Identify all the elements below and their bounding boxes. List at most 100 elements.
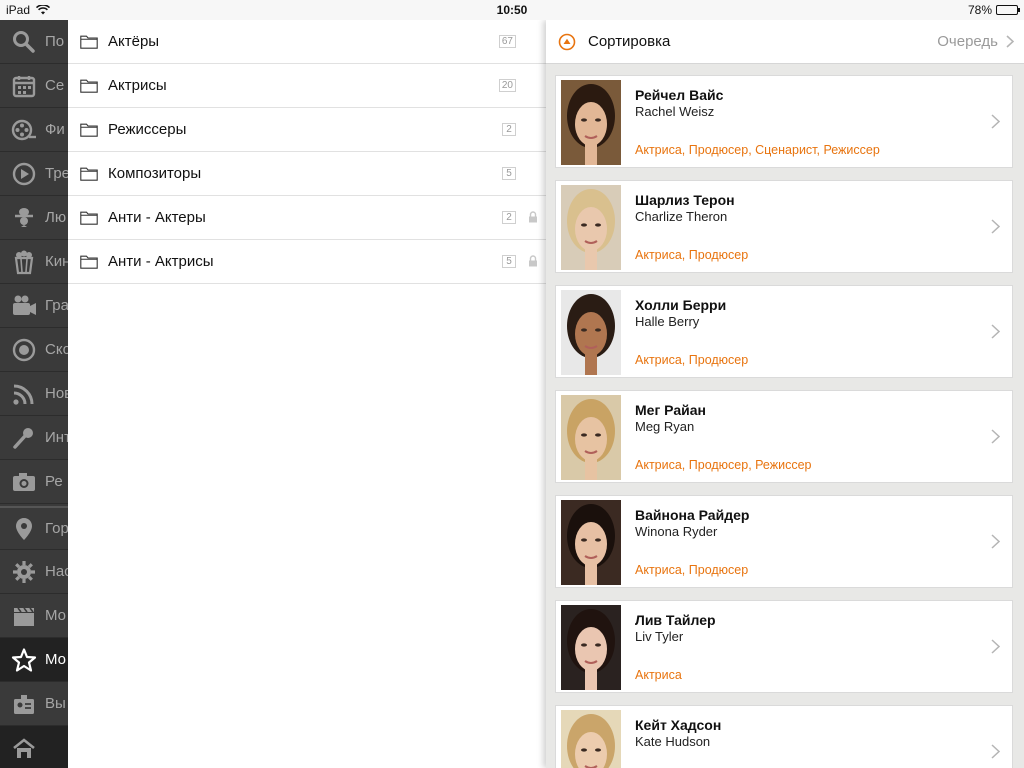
category-count: 2 (502, 211, 516, 224)
sidebar-item-clapperboard[interactable]: Мо (0, 594, 68, 638)
category-count: 5 (502, 255, 516, 268)
lock-icon (529, 211, 537, 223)
person-roles: Актриса, Продюсер, Режиссер (635, 458, 812, 472)
person-photo (561, 395, 621, 480)
clapperboard-icon (11, 603, 37, 629)
person-card[interactable]: Холли Берри Halle Berry Актриса, Продюсер (555, 285, 1013, 378)
category-count: 5 (502, 167, 516, 180)
person-roles: Актриса, Продюсер (635, 563, 749, 577)
sidebar-item-popcorn[interactable]: Кин (0, 240, 68, 284)
chevron-right-icon (991, 639, 1000, 654)
category-row[interactable]: Композиторы 5 (68, 152, 546, 196)
battery-percent: 78% (967, 3, 992, 17)
category-count: 20 (498, 79, 516, 92)
popcorn-icon (11, 249, 37, 275)
sort-order-selector[interactable]: Очередь (937, 33, 1014, 50)
sidebar-item-star[interactable]: Мо (0, 638, 68, 682)
person-name: Шарлиз Терон (635, 192, 735, 208)
category-count: 2 (502, 123, 516, 136)
category-count: 67 (498, 35, 516, 48)
sidebar-item-home[interactable] (0, 726, 68, 768)
category-label: Режиссеры (108, 121, 187, 138)
category-row[interactable]: Режиссеры 2 (68, 108, 546, 152)
category-row[interactable]: Актрисы 20 (68, 64, 546, 108)
person-card[interactable]: Лив Тайлер Liv Tyler Актриса (555, 600, 1013, 693)
person-card[interactable]: Рейчел Вайс Rachel Weisz Актриса, Продюсер… (555, 75, 1013, 168)
sidebar-item-label: Нас (45, 563, 68, 580)
person-roles: Актриса (635, 668, 682, 682)
person-card[interactable]: Вайнона Райдер Winona Ryder Актриса, Продю… (555, 495, 1013, 588)
sidebar-item-label: Ско (45, 341, 68, 358)
search-icon (11, 29, 37, 55)
chevron-right-icon (1006, 35, 1014, 48)
sidebar-item-label: Фи (45, 121, 65, 138)
sort-arrow-icon[interactable] (558, 33, 576, 51)
chevron-right-icon (991, 219, 1000, 234)
category-row[interactable]: Анти - Актеры 2 (68, 196, 546, 240)
disc-icon (11, 337, 37, 363)
sidebar-item-film-reel[interactable]: Фи (0, 108, 68, 152)
sidebar-item-label: Ре (45, 473, 63, 490)
person-photo (561, 605, 621, 690)
category-label: Анти - Актеры (108, 209, 206, 226)
sidebar-item-location-pin[interactable]: Гор (0, 506, 68, 550)
person-name: Рейчел Вайс (635, 87, 724, 103)
sidebar-item-badge[interactable]: Вы (0, 682, 68, 726)
clock: 10:50 (496, 3, 528, 17)
sidebar-item-label: Инт (45, 429, 68, 446)
category-label: Актрисы (108, 77, 167, 94)
sort-bar[interactable]: Сортировка Очередь (546, 20, 1024, 64)
sidebar-item-label: Гор (45, 520, 68, 537)
person-card[interactable]: Кейт Хадсон Kate Hudson (555, 705, 1013, 768)
person-photo (561, 290, 621, 375)
person-photo (561, 80, 621, 165)
chevron-right-icon (991, 744, 1000, 759)
category-label: Анти - Актрисы (108, 253, 214, 270)
person-card[interactable]: Мег Райан Meg Ryan Актриса, Продюсер, Режи… (555, 390, 1013, 483)
person-roles: Актриса, Продюсер (635, 248, 749, 262)
microphone-icon (11, 425, 37, 451)
sidebar-item-people[interactable]: Лю (0, 196, 68, 240)
home-icon (11, 735, 37, 761)
camera-icon (11, 293, 37, 319)
folder-icon (80, 79, 98, 93)
sidebar-item-label: По (45, 33, 65, 50)
sidebar-item-photo[interactable]: Ре (0, 460, 68, 504)
person-name-original: Liv Tyler (635, 629, 684, 644)
chevron-right-icon (991, 324, 1000, 339)
sidebar-item-label: Нов (45, 385, 68, 402)
person-roles: Актриса, Продюсер (635, 353, 749, 367)
sidebar-item-disc[interactable]: Ско (0, 328, 68, 372)
photo-icon (11, 469, 37, 495)
folder-icon (80, 255, 98, 269)
person-name-original: Winona Ryder (635, 524, 718, 539)
person-photo (561, 500, 621, 585)
sidebar-item-microphone[interactable]: Инт (0, 416, 68, 460)
category-row[interactable]: Анти - Актрисы 5 (68, 240, 546, 284)
category-row[interactable]: Актёры 67 (68, 20, 546, 64)
sidebar-item-label: Се (45, 77, 65, 94)
folder-icon (80, 167, 98, 181)
folder-icon (80, 123, 98, 137)
sidebar-item-label: Гра (45, 297, 68, 314)
person-photo (561, 185, 621, 270)
category-label: Композиторы (108, 165, 202, 182)
person-roles: Актриса, Продюсер, Сценарист, Режиссер (635, 143, 880, 157)
folder-icon (80, 211, 98, 225)
sidebar-item-label: Вы (45, 695, 66, 712)
sidebar-item-camera[interactable]: Гра (0, 284, 68, 328)
calendar-icon (11, 73, 37, 99)
folder-icon (80, 35, 98, 49)
sidebar-item-play[interactable]: Тре (0, 152, 68, 196)
film-reel-icon (11, 117, 37, 143)
sidebar: По Се Фи Тре Лю Кин Гра Ско Нов Инт Ре Гор Нас Мо Мо Вы (0, 20, 68, 768)
lock-icon (529, 255, 537, 267)
person-card[interactable]: Шарлиз Терон Charlize Theron Актриса, Прод… (555, 180, 1013, 273)
person-photo (561, 710, 621, 768)
rss-icon (11, 381, 37, 407)
sidebar-item-gear[interactable]: Нас (0, 550, 68, 594)
sidebar-item-label: Мо (45, 651, 67, 668)
sidebar-item-calendar[interactable]: Се (0, 64, 68, 108)
sidebar-item-search[interactable]: По (0, 20, 68, 64)
sidebar-item-rss[interactable]: Нов (0, 372, 68, 416)
